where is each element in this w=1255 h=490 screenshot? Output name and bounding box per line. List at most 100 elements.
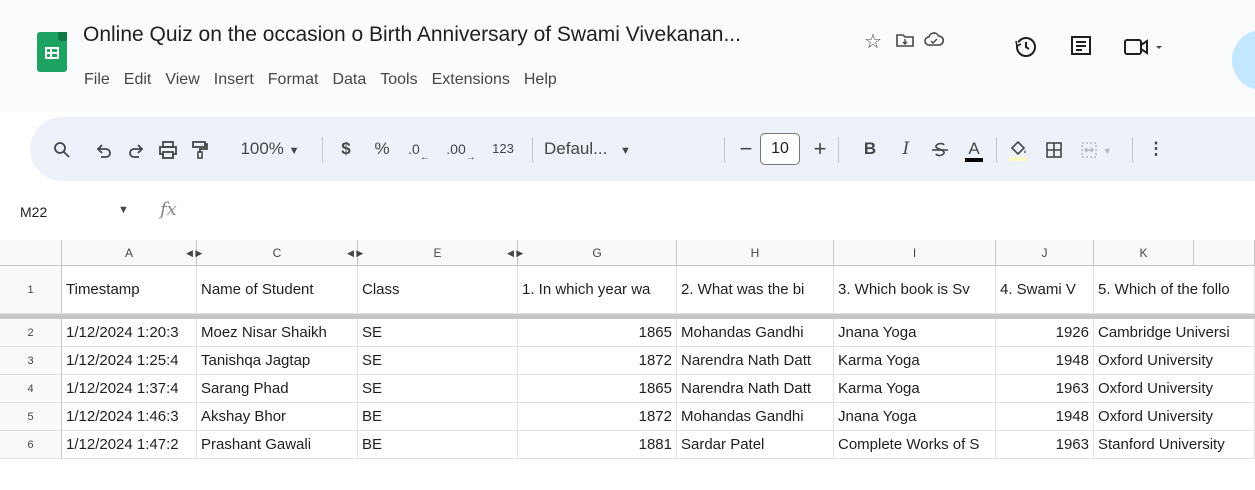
timestamp-cell[interactable]: 1/12/2024 1:46:3 [62,403,197,431]
column-header-h[interactable]: H [677,240,834,266]
hidden-columns-arrows[interactable]: ◀ ▶ [347,240,363,266]
row-header-4[interactable]: 4 [0,375,62,403]
redo-icon[interactable] [124,117,148,181]
increase-font-size-button[interactable]: + [808,117,832,181]
row-header-1[interactable]: 1 [0,266,62,314]
hidden-columns-arrows[interactable]: ◀ ▶ [186,240,202,266]
comments-icon[interactable] [1065,34,1097,66]
menu-edit[interactable]: Edit [124,71,152,89]
name-cell[interactable]: Prashant Gawali [197,431,358,459]
paint-format-icon[interactable] [188,117,212,181]
header-cell[interactable]: 2. What was the bi [677,266,834,314]
header-cell[interactable]: Class [358,266,518,314]
answer-cell[interactable]: 1948 [996,347,1094,375]
number-format-button[interactable]: 123 [488,117,518,181]
name-cell[interactable]: Sarang Phad [197,375,358,403]
class-cell[interactable]: SE [358,347,518,375]
strikethrough-icon[interactable] [928,117,952,181]
zoom-select[interactable]: 100% ▼ [230,117,310,181]
answer-cell[interactable]: Oxford University [1094,347,1255,375]
column-header-e[interactable]: E [358,240,518,266]
timestamp-cell[interactable]: 1/12/2024 1:25:4 [62,347,197,375]
document-title[interactable]: Online Quiz on the occasion o Birth Anni… [83,23,741,47]
row-header-2[interactable]: 2 [0,319,62,347]
answer-cell[interactable]: 1865 [518,319,677,347]
search-icon[interactable] [50,117,74,181]
print-icon[interactable] [156,117,180,181]
borders-icon[interactable] [1042,117,1066,181]
sheets-logo[interactable] [37,32,67,72]
answer-cell[interactable]: 1872 [518,347,677,375]
column-header-l[interactable] [1194,240,1255,266]
header-cell[interactable]: Name of Student [197,266,358,314]
answer-cell[interactable]: Jnana Yoga [834,403,996,431]
column-header-j[interactable]: J [996,240,1094,266]
header-cell[interactable]: 4. Swami V [996,266,1094,314]
answer-cell[interactable]: Oxford University [1094,375,1255,403]
name-cell[interactable]: Akshay Bhor [197,403,358,431]
answer-cell[interactable]: Jnana Yoga [834,319,996,347]
menu-file[interactable]: File [84,71,110,89]
name-cell[interactable]: Tanishqa Jagtap [197,347,358,375]
answer-cell[interactable]: Narendra Nath Datt [677,375,834,403]
answer-cell[interactable]: Mohandas Gandhi [677,403,834,431]
fill-color-icon[interactable] [1006,117,1030,181]
answer-cell[interactable]: Cambridge Universi [1094,319,1255,347]
header-cell[interactable]: 5. Which of the follo [1094,266,1255,314]
currency-button[interactable]: $ [334,117,358,181]
answer-cell[interactable]: Karma Yoga [834,347,996,375]
undo-icon[interactable] [92,117,116,181]
menu-tools[interactable]: Tools [380,71,417,89]
hidden-columns-arrows[interactable]: ◀ ▶ [507,240,523,266]
merge-cells-icon[interactable]: ▼ [1076,117,1116,181]
class-cell[interactable]: BE [358,403,518,431]
text-color-button[interactable]: A [962,117,986,181]
row-header-3[interactable]: 3 [0,347,62,375]
move-to-folder-icon[interactable] [893,30,917,54]
menu-insert[interactable]: Insert [214,71,254,89]
menu-help[interactable]: Help [524,71,557,89]
header-cell[interactable]: 1. In which year wa [518,266,677,314]
column-header-a[interactable]: A [62,240,197,266]
star-icon[interactable]: ☆ [861,30,885,54]
answer-cell[interactable]: Complete Works of S [834,431,996,459]
timestamp-cell[interactable]: 1/12/2024 1:20:3 [62,319,197,347]
cloud-status-icon[interactable] [922,30,946,54]
answer-cell[interactable]: 1872 [518,403,677,431]
avatar[interactable] [1232,30,1255,90]
timestamp-cell[interactable]: 1/12/2024 1:37:4 [62,375,197,403]
font-size-input[interactable]: 10 [760,133,800,165]
font-select[interactable]: Defaul... ▼ [544,117,654,181]
answer-cell[interactable]: 1865 [518,375,677,403]
answer-cell[interactable]: 1948 [996,403,1094,431]
answer-cell[interactable]: 1881 [518,431,677,459]
answer-cell[interactable]: Oxford University [1094,403,1255,431]
percent-button[interactable]: % [370,117,394,181]
class-cell[interactable]: SE [358,375,518,403]
column-header-i[interactable]: I [834,240,996,266]
timestamp-cell[interactable]: 1/12/2024 1:47:2 [62,431,197,459]
column-header-g[interactable]: G [518,240,677,266]
answer-cell[interactable]: 1963 [996,375,1094,403]
answer-cell[interactable]: Karma Yoga [834,375,996,403]
more-options-icon[interactable]: ⋮ [1144,117,1168,181]
menu-extensions[interactable]: Extensions [432,71,510,89]
column-header-c[interactable]: C [197,240,358,266]
answer-cell[interactable]: 1963 [996,431,1094,459]
header-cell[interactable]: Timestamp [62,266,197,314]
answer-cell[interactable]: Mohandas Gandhi [677,319,834,347]
class-cell[interactable]: SE [358,319,518,347]
class-cell[interactable]: BE [358,431,518,459]
menu-data[interactable]: Data [332,71,366,89]
menu-format[interactable]: Format [268,71,319,89]
name-box[interactable]: M22 [20,204,47,220]
bold-button[interactable]: B [858,117,882,181]
select-all-corner[interactable] [0,240,62,266]
row-header-6[interactable]: 6 [0,431,62,459]
row-header-5[interactable]: 5 [0,403,62,431]
version-history-icon[interactable] [1010,34,1042,66]
meet-icon[interactable] [1120,34,1180,66]
increase-decimal-button[interactable]: .00→ [444,117,478,181]
column-header-k[interactable]: K [1094,240,1194,266]
decrease-decimal-button[interactable]: .0← [404,117,434,181]
